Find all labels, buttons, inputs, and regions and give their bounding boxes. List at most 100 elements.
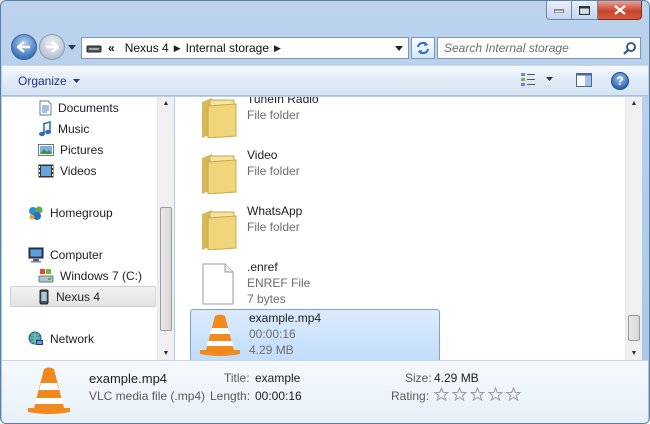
file-list-scrollbar[interactable]: ▲ ▼ xyxy=(625,97,642,360)
file-size: 4.29 MB xyxy=(249,343,294,357)
details-title-label: Title: xyxy=(224,371,250,385)
breadcrumb-overflow[interactable]: « xyxy=(108,41,115,55)
computer-icon xyxy=(28,247,44,262)
sidebar-item-nexus-4[interactable]: Nexus 4 xyxy=(10,286,156,307)
file-type: ENREF File xyxy=(247,276,311,290)
breadcrumb-separator[interactable]: ▶ xyxy=(274,43,281,54)
file-duration: 00:00:16 xyxy=(249,327,296,341)
documents-icon xyxy=(39,100,52,115)
file-item-enref[interactable]: .enref ENREF File 7 bytes xyxy=(189,259,439,313)
sidebar-item-homegroup[interactable]: Homegroup xyxy=(28,202,113,223)
help-icon: ? xyxy=(616,74,624,88)
details-length-value: 00:00:16 xyxy=(255,389,302,403)
details-view-icon xyxy=(521,73,535,86)
sidebar-item-label: Pictures xyxy=(60,142,104,157)
scroll-up-arrow[interactable]: ▲ xyxy=(630,100,638,107)
refresh-button[interactable] xyxy=(411,37,435,59)
sidebar-item-label: Computer xyxy=(50,247,103,262)
minimize-button[interactable] xyxy=(546,1,572,20)
help-button[interactable]: ? xyxy=(611,72,629,90)
file-item-video[interactable]: Video File folder xyxy=(189,147,439,201)
file-list: TuneIn Radio File folder Video File fold… xyxy=(175,97,625,360)
organize-label: Organize xyxy=(18,74,67,88)
sidebar-item-computer[interactable]: Computer xyxy=(28,244,103,265)
recent-pages-button[interactable] xyxy=(67,42,77,52)
details-rating-label: Rating: xyxy=(391,389,430,403)
details-size-label: Size: xyxy=(405,371,432,385)
back-arrow-icon xyxy=(17,41,30,53)
address-dropdown-button[interactable] xyxy=(392,41,406,55)
sidebar-item-windows-7-c[interactable]: Windows 7 (C:) xyxy=(38,265,142,286)
back-button[interactable] xyxy=(11,34,37,60)
scroll-down-arrow[interactable]: ▼ xyxy=(162,350,170,357)
file-item-tunein-radio[interactable]: TuneIn Radio File folder xyxy=(189,97,439,145)
chevron-down-icon xyxy=(395,45,403,51)
file-size: 7 bytes xyxy=(247,292,286,306)
breadcrumb-separator[interactable]: ▶ xyxy=(174,43,181,54)
file-item-example-mp4[interactable]: example.mp4 00:00:16 4.29 MB xyxy=(190,309,440,360)
rating-stars[interactable] xyxy=(434,387,521,401)
minimize-icon xyxy=(554,9,564,13)
sidebar-item-label: Nexus 4 xyxy=(56,289,101,304)
organize-button[interactable]: Organize xyxy=(18,74,80,88)
sidebar-item-network[interactable]: Network xyxy=(28,328,94,349)
breadcrumb-internal-storage[interactable]: Internal storage xyxy=(186,41,269,55)
change-view-button[interactable] xyxy=(520,72,553,86)
star-icon[interactable] xyxy=(470,387,485,401)
file-name: example.mp4 xyxy=(249,311,322,325)
breadcrumb-nexus-4[interactable]: Nexus 4 xyxy=(125,41,169,55)
folder-icon xyxy=(193,97,243,141)
sidebar-item-music[interactable]: Music xyxy=(38,118,89,139)
close-button[interactable] xyxy=(598,1,642,20)
chevron-down-icon xyxy=(72,79,80,83)
navigation-pane: Documents Music Pictures Videos Homegrou… xyxy=(2,97,174,360)
device-icon xyxy=(39,289,49,304)
sidebar-item-label: Network xyxy=(50,331,95,346)
sidebar-item-label: Videos xyxy=(60,163,97,178)
forward-button[interactable] xyxy=(39,34,65,60)
star-icon[interactable] xyxy=(488,387,503,401)
sidebar-item-label: Documents xyxy=(58,100,119,115)
search-input[interactable] xyxy=(438,38,618,58)
search-icon[interactable] xyxy=(623,41,637,55)
caption-buttons xyxy=(546,1,642,22)
preview-pane-button[interactable] xyxy=(576,73,592,90)
details-title-value[interactable]: example xyxy=(255,371,300,385)
sidebar-item-documents[interactable]: Documents xyxy=(38,97,119,118)
music-icon xyxy=(39,120,51,136)
file-name: Video xyxy=(247,148,278,162)
file-name: WhatsApp xyxy=(247,204,303,218)
star-icon[interactable] xyxy=(452,387,467,401)
refresh-icon xyxy=(417,41,429,55)
vlc-cone-icon xyxy=(26,366,72,419)
star-icon[interactable] xyxy=(434,387,449,401)
navigation-pane-scrollbar[interactable]: ▲ ▼ xyxy=(157,97,174,360)
scrollbar-thumb[interactable] xyxy=(628,315,640,341)
details-pane: example.mp4 VLC media file (.mp4) Title:… xyxy=(2,360,648,423)
sidebar-item-videos[interactable]: Videos xyxy=(38,160,96,181)
vlc-cone-icon xyxy=(195,310,245,360)
file-item-whatsapp[interactable]: WhatsApp File folder xyxy=(189,203,439,257)
scrollbar-thumb[interactable] xyxy=(160,207,172,331)
chevron-down-icon xyxy=(546,77,553,81)
sidebar-item-pictures[interactable]: Pictures xyxy=(38,139,103,160)
file-type: File folder xyxy=(247,220,300,234)
explorer-window: « Nexus 4 ▶ Internal storage ▶ Organize xyxy=(0,0,650,424)
details-length-label: Length: xyxy=(210,389,251,403)
device-icon xyxy=(86,45,102,52)
folder-icon xyxy=(193,147,243,197)
file-type: File folder xyxy=(247,108,300,122)
folder-icon xyxy=(193,203,243,253)
maximize-button[interactable] xyxy=(572,1,598,20)
command-bar: Organize ? xyxy=(2,65,648,96)
scroll-up-arrow[interactable]: ▲ xyxy=(162,100,170,107)
scroll-down-arrow[interactable]: ▼ xyxy=(630,350,638,357)
videos-icon xyxy=(38,164,54,177)
search-box[interactable] xyxy=(437,37,641,59)
file-name: .enref xyxy=(247,260,278,274)
star-icon[interactable] xyxy=(506,387,521,401)
address-bar[interactable]: « Nexus 4 ▶ Internal storage ▶ xyxy=(81,37,409,59)
chevron-down-icon xyxy=(68,44,76,50)
close-icon xyxy=(613,5,626,15)
pictures-icon xyxy=(38,143,54,156)
